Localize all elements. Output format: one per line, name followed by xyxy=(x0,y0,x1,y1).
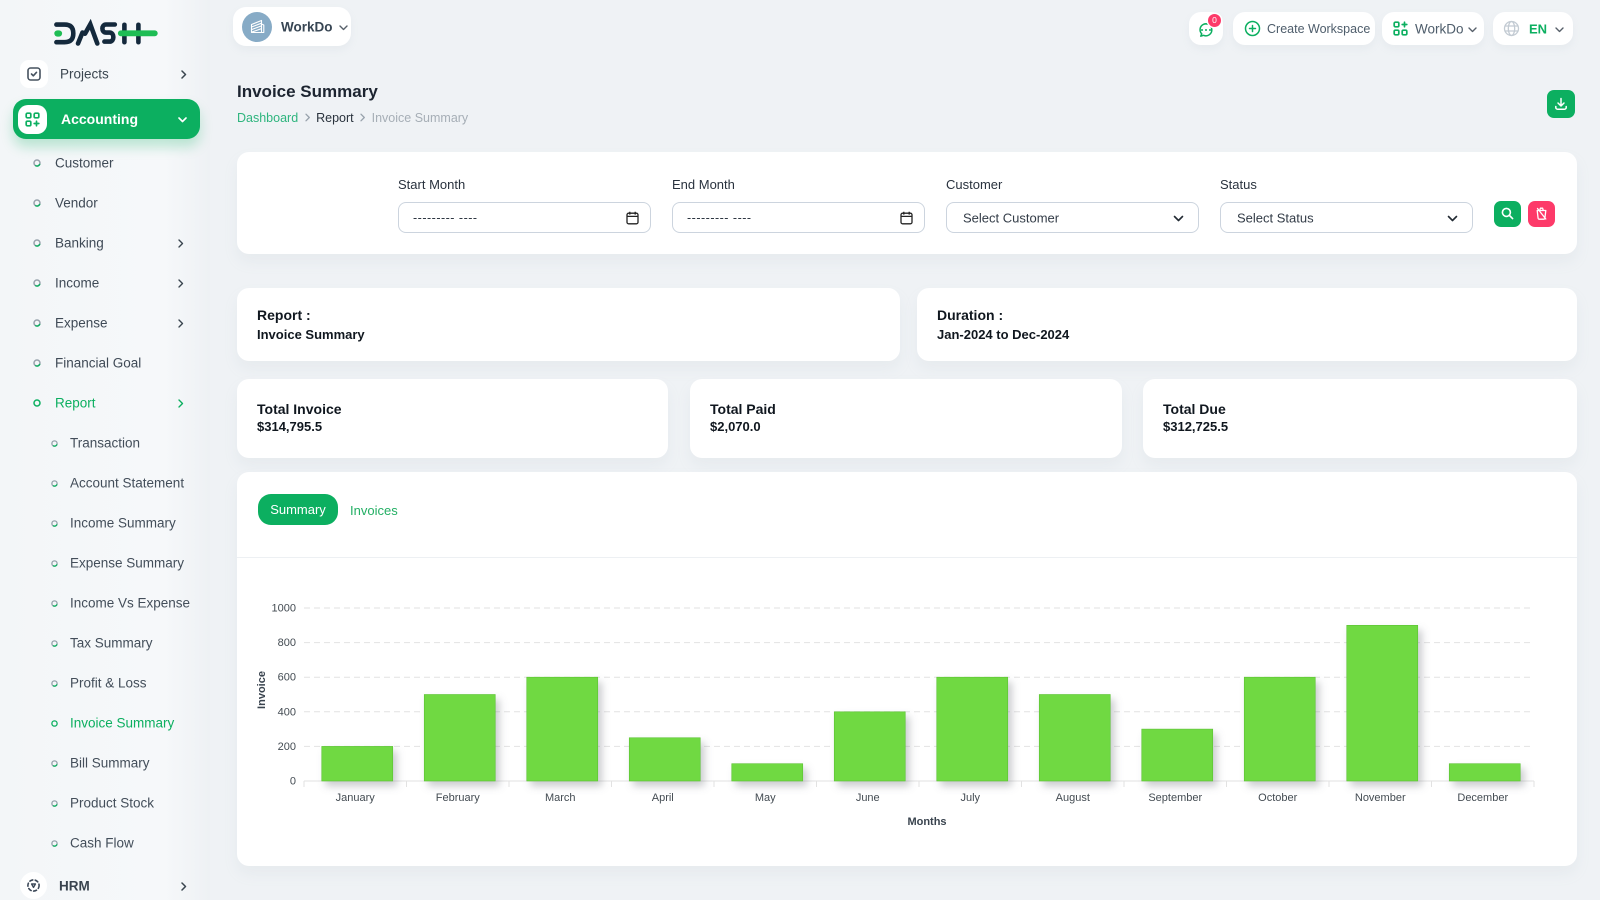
svg-text:November: November xyxy=(1355,792,1406,804)
svg-text:800: 800 xyxy=(278,637,296,649)
svg-text:400: 400 xyxy=(278,706,296,718)
svg-text:1000: 1000 xyxy=(272,603,296,615)
svg-text:December: December xyxy=(1457,792,1508,804)
svg-text:June: June xyxy=(856,792,880,804)
svg-text:February: February xyxy=(436,792,481,804)
svg-text:August: August xyxy=(1056,792,1090,804)
svg-text:July: July xyxy=(960,792,980,804)
svg-text:Months: Months xyxy=(907,816,946,828)
svg-text:October: October xyxy=(1258,792,1297,804)
svg-text:200: 200 xyxy=(278,741,296,753)
svg-text:0: 0 xyxy=(290,776,296,788)
svg-text:May: May xyxy=(755,792,776,804)
svg-text:600: 600 xyxy=(278,672,296,684)
svg-text:March: March xyxy=(545,792,576,804)
svg-text:April: April xyxy=(652,792,674,804)
svg-text:September: September xyxy=(1148,792,1202,804)
svg-text:Invoice: Invoice xyxy=(256,671,268,709)
svg-text:January: January xyxy=(336,792,376,804)
